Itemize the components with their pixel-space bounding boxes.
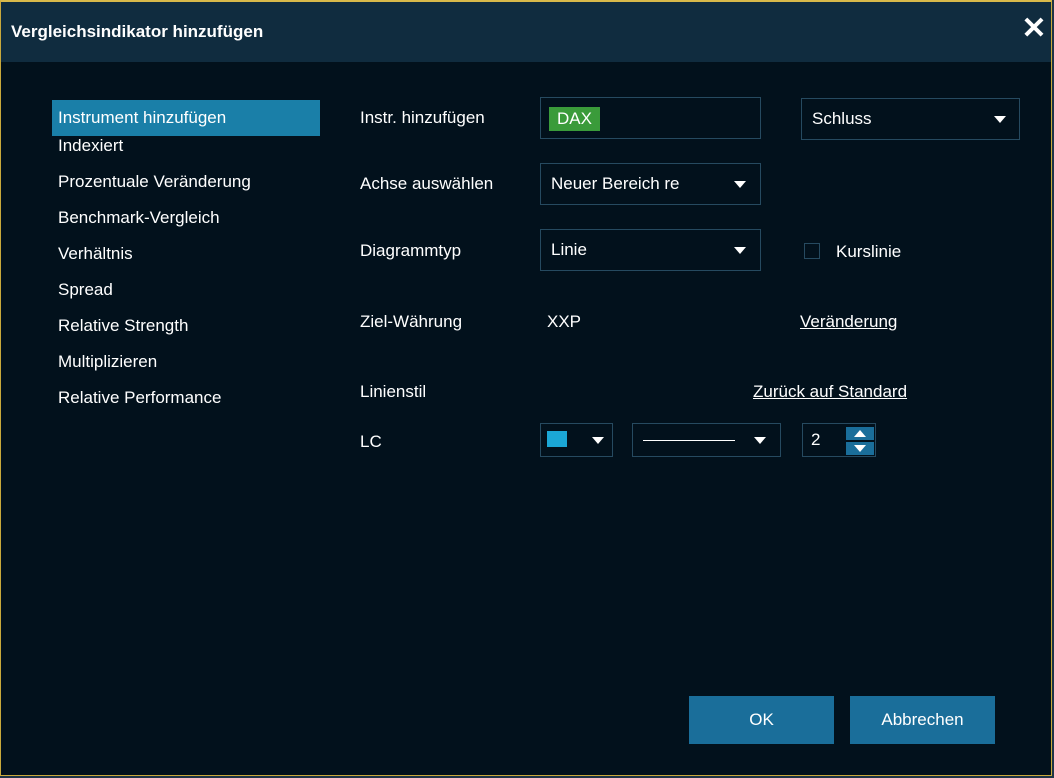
axis-value: Neuer Bereich re: [551, 174, 680, 193]
sidebar-item-multiply[interactable]: Multiplizieren: [52, 352, 320, 388]
sidebar-item-percent-change[interactable]: Prozentuale Veränderung: [52, 172, 320, 208]
line-style-dropdown[interactable]: [632, 423, 781, 457]
axis-dropdown[interactable]: Neuer Bereich re: [540, 163, 761, 205]
chevron-down-icon: [994, 116, 1006, 123]
cancel-button[interactable]: Abbrechen: [850, 696, 995, 744]
line-color-swatch: [547, 431, 567, 447]
sidebar-item-relative-strength[interactable]: Relative Strength: [52, 316, 320, 352]
chevron-down-icon: [754, 437, 766, 444]
chart-type-label: Diagrammtyp: [360, 241, 462, 260]
line-color-picker[interactable]: [540, 423, 613, 457]
price-field-value: Schluss: [812, 109, 872, 128]
price-line-label: Kurslinie: [836, 242, 902, 261]
lc-label: LC: [360, 432, 382, 451]
dialog-title: Vergleichsindikator hinzufügen: [11, 22, 264, 41]
price-line-checkbox[interactable]: [804, 243, 820, 259]
chart-type-value: Linie: [551, 240, 587, 259]
line-width-stepper[interactable]: 2: [802, 423, 876, 457]
close-icon[interactable]: ✕: [1021, 14, 1047, 44]
currency-value: XXP: [547, 312, 582, 331]
change-link[interactable]: Veränderung: [800, 312, 897, 332]
instrument-label: Instr. hinzufügen: [360, 108, 485, 127]
chevron-down-icon: [734, 247, 746, 254]
increment-button[interactable]: [846, 427, 874, 440]
decrement-button[interactable]: [846, 442, 874, 455]
price-field-dropdown[interactable]: Schluss: [801, 98, 1020, 140]
reset-to-default-link[interactable]: Zurück auf Standard: [753, 382, 907, 402]
solid-line-sample: [643, 440, 735, 441]
chevron-down-icon: [592, 437, 604, 444]
arrow-down-icon: [854, 445, 866, 452]
sidebar-item-add-instrument[interactable]: Instrument hinzufügen: [52, 100, 320, 136]
line-style-label: Linienstil: [360, 382, 427, 401]
sidebar-item-ratio[interactable]: Verhältnis: [52, 244, 320, 280]
line-width-value: 2: [811, 430, 821, 449]
sidebar-item-benchmark[interactable]: Benchmark-Vergleich: [52, 208, 320, 244]
sidebar-item-spread[interactable]: Spread: [52, 280, 320, 316]
chart-type-dropdown[interactable]: Linie: [540, 229, 761, 271]
instrument-tag[interactable]: DAX: [549, 107, 600, 131]
sidebar-item-relative-performance[interactable]: Relative Performance: [52, 388, 320, 424]
arrow-up-icon: [854, 430, 866, 437]
add-comparison-indicator-dialog: Vergleichsindikator hinzufügen ✕ Instrum…: [0, 0, 1052, 776]
axis-label: Achse auswählen: [360, 174, 494, 193]
dialog-titlebar: Vergleichsindikator hinzufügen ✕: [1, 2, 1051, 62]
instrument-input[interactable]: DAX: [540, 97, 761, 139]
currency-label: Ziel-Währung: [360, 312, 463, 331]
sidebar-item-indexed[interactable]: Indexiert: [52, 136, 320, 172]
chevron-down-icon: [734, 181, 746, 188]
indicator-type-list: Instrument hinzufügen Indexiert Prozentu…: [52, 100, 320, 424]
ok-button[interactable]: OK: [689, 696, 834, 744]
